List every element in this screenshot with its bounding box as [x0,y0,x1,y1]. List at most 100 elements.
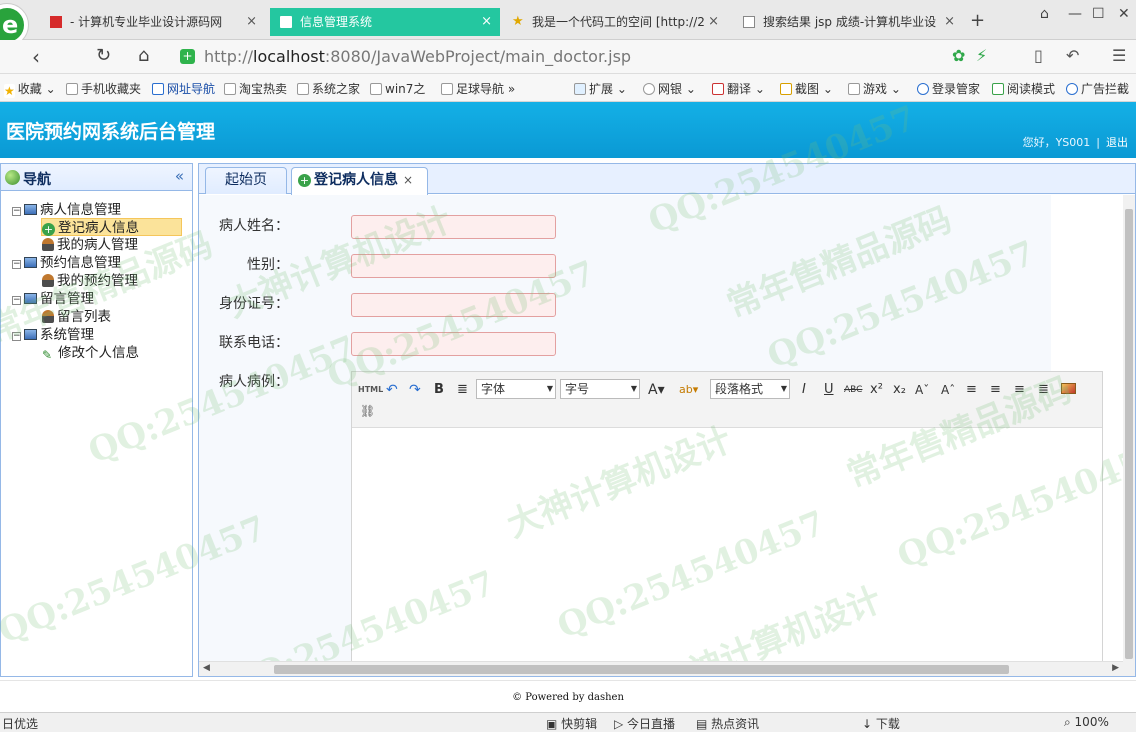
clear-format-icon[interactable]: ≣ [457,380,468,400]
phone-icon[interactable]: ▯ [1034,46,1043,65]
tab-start-page[interactable]: 起始页 [205,167,287,194]
bookmark-item[interactable]: 系统之家 [297,80,360,97]
logout-link[interactable]: 退出 [1106,136,1128,149]
collapse-icon[interactable]: « [175,167,184,185]
back-icon[interactable]: ‹ [32,45,40,69]
status-item[interactable]: ▤ 热点资讯 [696,715,759,732]
scrollbar-thumb[interactable] [274,665,1009,674]
refresh-icon[interactable]: ↻ [96,45,111,66]
collapse-toggle-icon[interactable]: − [12,332,21,341]
align-justify-icon[interactable]: ≣ [1038,380,1049,400]
browser-status-bar: 日优选 ▣ 快剪辑 ▷ 今日直播 ▤ 热点资讯 ↓ 下载 ⌕ 100% [0,712,1136,732]
collapse-toggle-icon[interactable]: − [12,296,21,305]
close-icon[interactable]: × [403,173,413,187]
phone-input[interactable] [351,332,556,356]
highlight-icon[interactable]: ab▾ [679,380,698,400]
undo-icon[interactable]: ↶ [1066,46,1079,65]
bookmark-item[interactable]: 手机收藏夹 [66,80,141,97]
url-field[interactable]: + http://localhost:8080/JavaWebProject/m… [176,45,946,69]
bookmark-item[interactable]: 网址导航 [152,80,215,97]
subscript-icon[interactable]: x₂ [893,380,906,400]
scroll-right-icon[interactable]: ▶ [1112,663,1119,673]
tree-group-patient[interactable]: − 病人信息管理 [12,201,121,219]
underline-icon[interactable]: U [824,380,834,400]
patient-name-input[interactable] [351,215,556,239]
align-left-icon[interactable]: ≡ [966,380,977,400]
tab-register-patient[interactable]: + 登记病人信息 × [291,167,428,195]
undo-icon[interactable]: ↶ [386,380,398,400]
speed-icon[interactable]: ✿ [952,46,965,65]
home-icon[interactable]: ⌂ [138,45,149,66]
bookmark-favorites[interactable]: ★ 收藏 ⌄ [4,80,56,98]
zoom-level[interactable]: ⌕ 100% [1064,715,1109,730]
shirt-icon[interactable]: ⌂ [1040,6,1049,22]
toolbar-adblock[interactable]: 广告拦截 [1066,80,1129,97]
paragraph-format-select[interactable]: 段落格式 ▼ [710,379,790,399]
tree-item-message-list[interactable]: 留言列表 [42,308,111,326]
html-source-button[interactable]: HTML [358,380,383,400]
browser-tab[interactable]: 搜索结果 jsp 成绩-计算机毕业设 × [733,8,963,36]
status-item[interactable]: ▷ 今日直播 [614,715,675,732]
tree-item-my-appointments[interactable]: 我的预约管理 [42,272,138,290]
vertical-scrollbar[interactable] [1123,195,1135,676]
close-icon[interactable]: × [481,8,492,36]
font-grow-icon[interactable]: Aˆ [941,380,955,400]
id-number-input[interactable] [351,293,556,317]
collapse-toggle-icon[interactable]: − [12,207,21,216]
bold-icon[interactable]: B [434,380,444,400]
close-window-button[interactable]: ✕ [1118,6,1130,22]
browser-tab-active[interactable]: 信息管理系统 × [270,8,500,36]
bookmark-label: 淘宝热卖 [239,82,288,96]
toolbar-screenshot[interactable]: 截图 ⌄ [780,80,833,97]
font-shrink-icon[interactable]: Aˇ [915,380,929,400]
link-icon[interactable]: ⛓ [360,404,375,418]
tree-item-my-patients[interactable]: 我的病人管理 [42,236,138,254]
toolbar-games[interactable]: 游戏 ⌄ [848,80,901,97]
superscript-icon[interactable]: x² [870,380,883,400]
new-tab-button[interactable]: + [970,10,985,31]
globe-icon [5,170,20,185]
toolbar-extension[interactable]: 扩展 ⌄ [574,80,627,97]
medical-record-label: 病人病例： [219,374,289,390]
toolbar-reader[interactable]: 阅读模式 [992,80,1055,97]
scroll-left-icon[interactable]: ◀ [203,663,210,673]
gender-input[interactable] [351,254,556,278]
toolbar-login[interactable]: 登录管家 [917,80,980,97]
image-icon[interactable] [1061,383,1076,394]
id-number-label: 身份证号： [219,296,289,312]
toolbar-translate[interactable]: 翻译 ⌄ [712,80,765,97]
bookmark-item[interactable]: win7之 [370,80,425,97]
tree-item-edit-profile[interactable]: ✎ 修改个人信息 [42,344,139,362]
browser-tab[interactable]: ★ 我是一个代码工的空间 [http://2 × [502,8,727,36]
bookmark-item[interactable]: 淘宝热卖 [224,80,287,97]
maximize-button[interactable]: ☐ [1092,6,1105,22]
collapse-toggle-icon[interactable]: − [12,260,21,269]
scrollbar-thumb[interactable] [1125,209,1133,659]
status-item[interactable]: ↓ 下载 [862,715,900,732]
font-color-icon[interactable]: A▾ [648,380,665,400]
browser-tab[interactable]: - 计算机专业毕业设计源码网 × [40,8,265,36]
font-family-select[interactable]: 字体 ▼ [476,379,556,399]
bookmark-label: 收藏 [17,82,42,96]
status-item[interactable]: ▣ 快剪辑 [546,715,597,732]
align-center-icon[interactable]: ≡ [990,380,1001,400]
minimize-button[interactable]: — [1068,6,1082,22]
lightning-icon[interactable]: ⚡ [976,46,987,65]
toolbar-bank[interactable]: 网银 ⌄ [643,80,696,97]
tree-item-register-patient[interactable]: + 登记病人信息 [41,218,182,236]
close-icon[interactable]: × [246,8,257,36]
close-icon[interactable]: × [708,8,719,36]
tree-group-messages[interactable]: − 留言管理 [12,290,94,308]
bookmark-item[interactable]: 足球导航 » [441,80,515,97]
menu-icon[interactable]: ☰ [1112,46,1126,65]
status-left-text[interactable]: 日优选 [2,715,38,732]
horizontal-scrollbar[interactable]: ◀ ▶ [199,661,1123,676]
italic-icon[interactable]: I [802,380,806,400]
tree-group-system[interactable]: − 系统管理 [12,326,94,344]
align-right-icon[interactable]: ≡ [1014,380,1025,400]
tree-group-appointment[interactable]: − 预约信息管理 [12,254,121,272]
close-icon[interactable]: × [944,8,955,36]
redo-icon[interactable]: ↷ [409,380,421,400]
strikethrough-icon[interactable]: ABC [844,380,862,400]
font-size-select[interactable]: 字号 ▼ [560,379,640,399]
